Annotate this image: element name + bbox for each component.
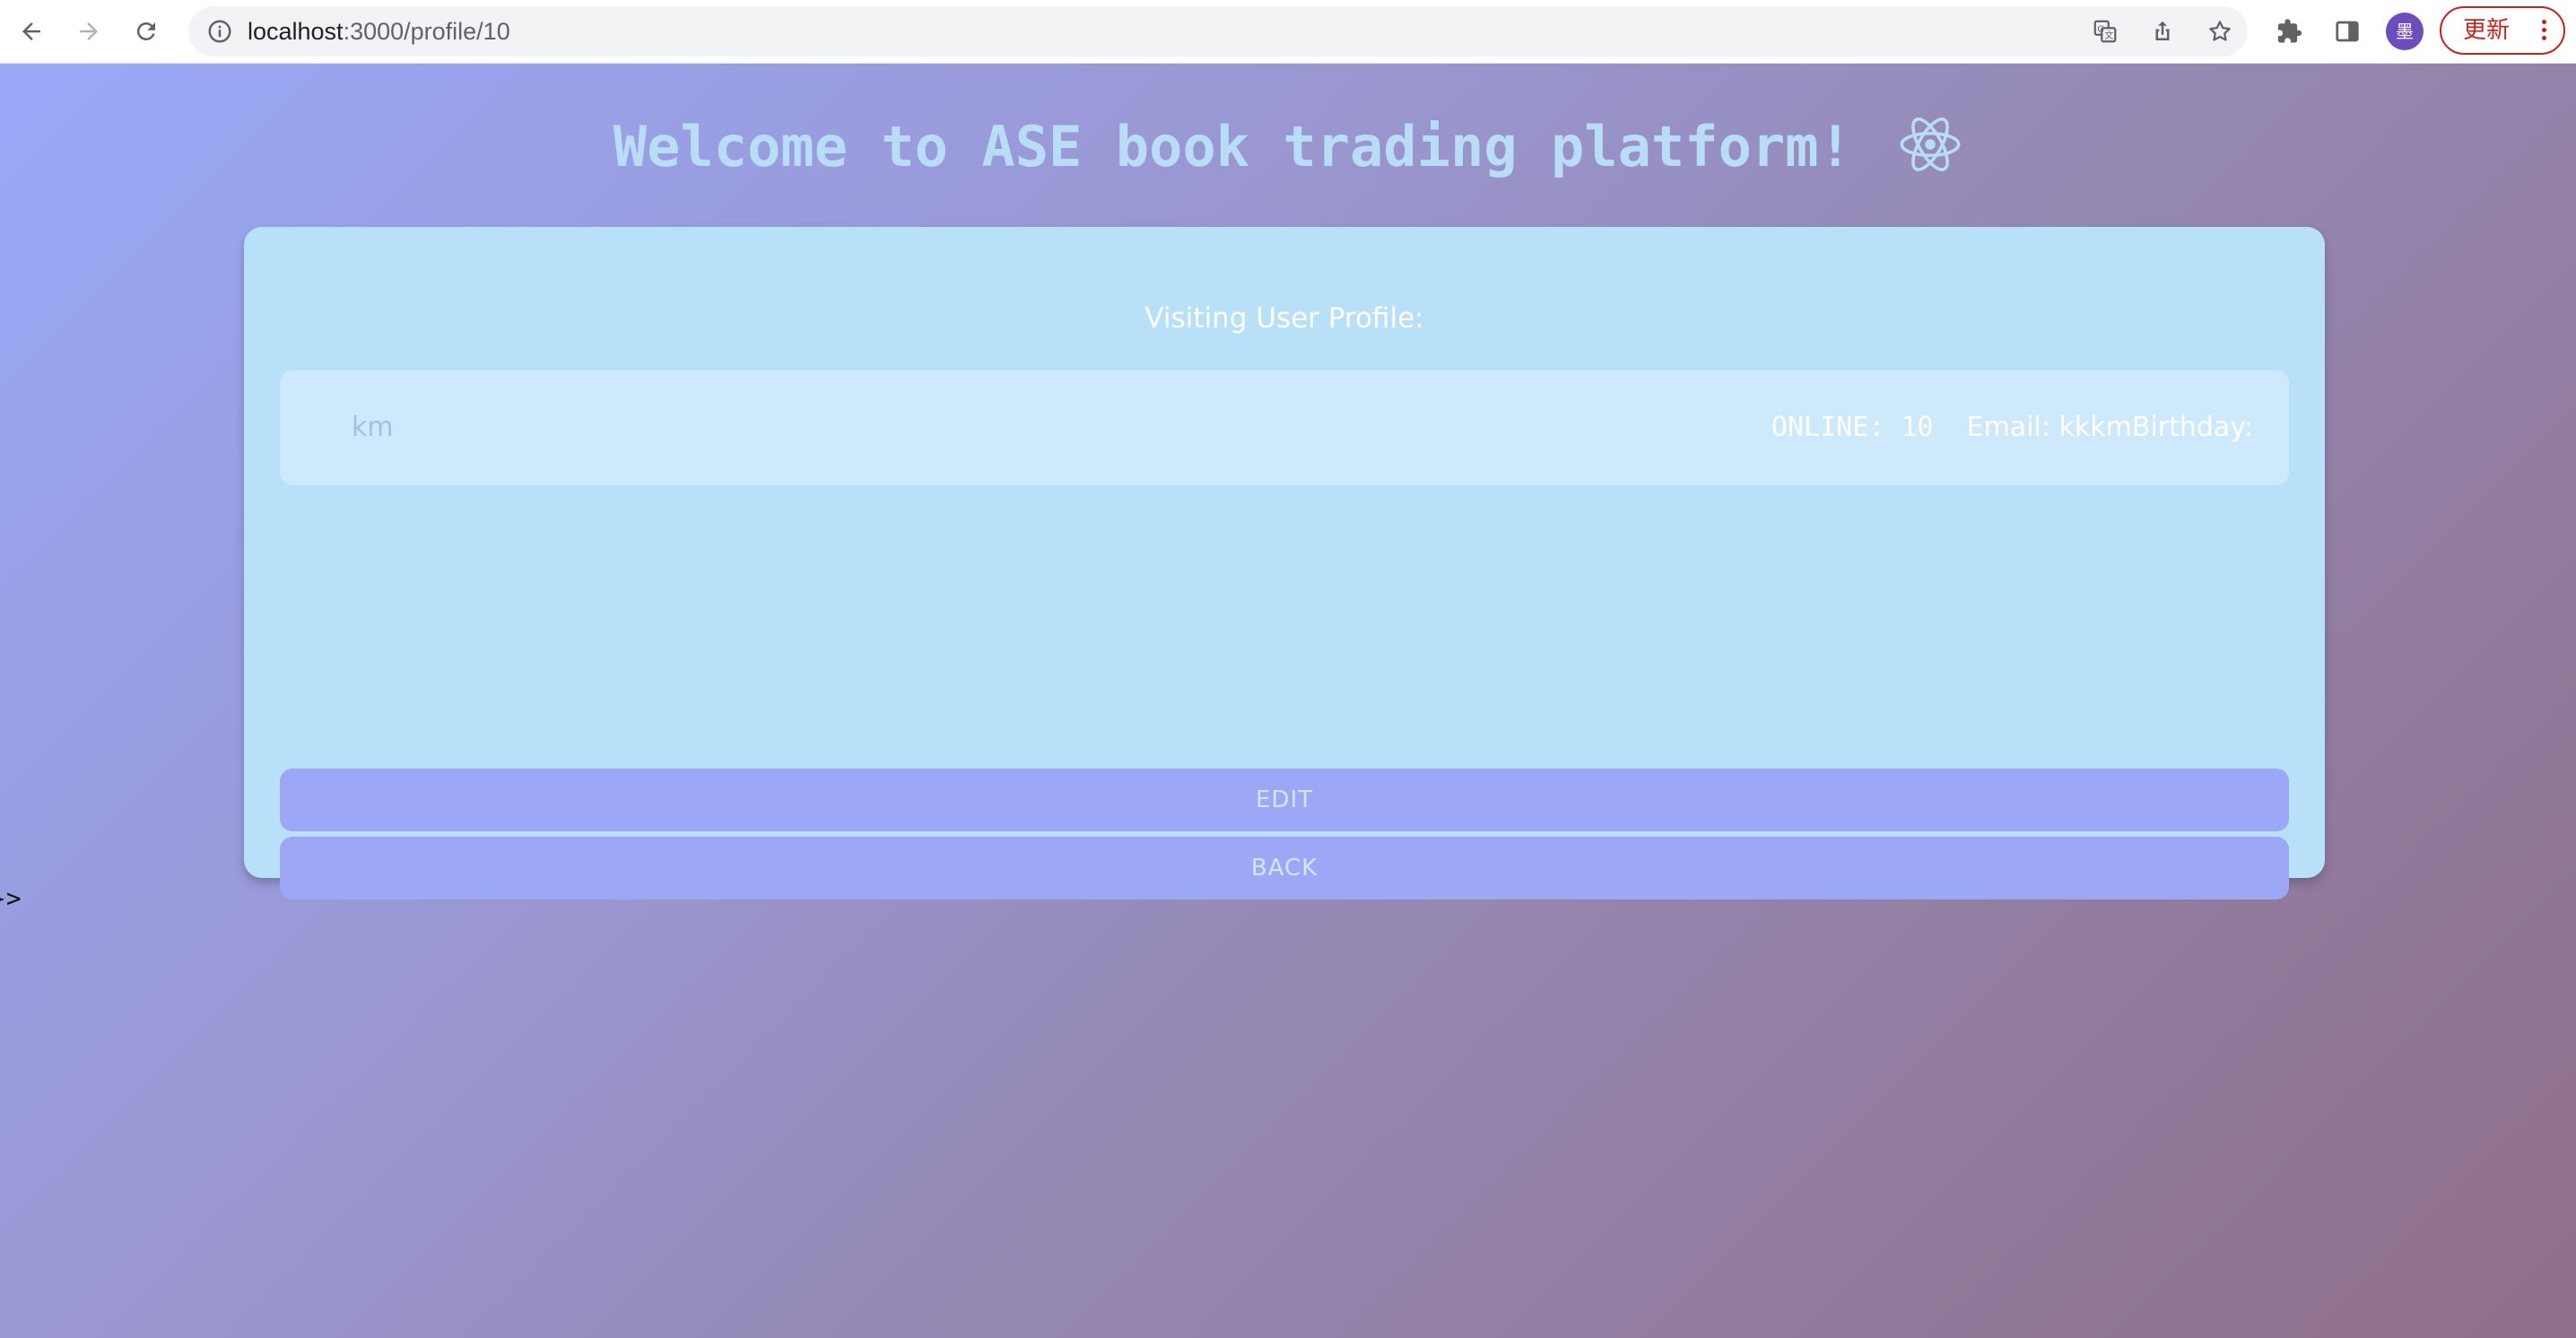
update-label: 更新 xyxy=(2463,17,2511,44)
profile-avatar[interactable]: 墨 xyxy=(2386,13,2424,50)
more-menu-icon[interactable] xyxy=(2542,20,2547,40)
url-text[interactable]: localhost:3000/profile/10 xyxy=(248,6,510,56)
address-bar[interactable]: localhost:3000/profile/10 G文 xyxy=(188,6,2248,56)
stray-text: }> xyxy=(0,883,22,913)
page-background: Welcome to ASE book trading platform! Vi… xyxy=(0,64,2576,1338)
edit-button[interactable]: EDIT xyxy=(280,769,2289,831)
share-icon[interactable] xyxy=(2149,18,2176,45)
email-value: kkkm xyxy=(2058,412,2132,443)
card-title: Visiting User Profile: xyxy=(1144,302,1424,334)
profile-card: Visiting User Profile: km ONLINE: 10 Ema… xyxy=(244,227,2325,899)
online-status: ONLINE: 10 xyxy=(1771,412,1934,443)
email-label: Email: xyxy=(1966,412,2050,443)
profile-details: ONLINE: 10 Email: kkkmBirthday: xyxy=(1771,370,2253,485)
back-button[interactable]: BACK xyxy=(280,837,2289,899)
browser-toolbar: localhost:3000/profile/10 G文 墨 更新 xyxy=(0,0,2576,64)
page-headline: Welcome to ASE book trading platform! xyxy=(0,112,2576,179)
profile-info-row: km ONLINE: 10 Email: kkkmBirthday: xyxy=(280,370,2289,485)
svg-text:文: 文 xyxy=(2104,30,2113,41)
bookmark-star-icon[interactable] xyxy=(2206,18,2233,45)
update-button[interactable]: 更新 xyxy=(2440,6,2565,55)
site-info-icon[interactable] xyxy=(206,18,233,45)
side-panel-icon[interactable] xyxy=(2332,16,2363,47)
url-host: localhost xyxy=(248,18,344,45)
forward-arrow-icon[interactable] xyxy=(68,11,109,52)
birthday-label: Birthday: xyxy=(2131,412,2253,443)
translate-icon[interactable]: G文 xyxy=(2092,18,2119,45)
headline-text: Welcome to ASE book trading platform! xyxy=(613,114,1852,179)
profile-username: km xyxy=(352,412,394,443)
extensions-puzzle-icon[interactable] xyxy=(2275,16,2305,47)
reload-icon[interactable] xyxy=(126,11,167,52)
svg-text:G: G xyxy=(2097,25,2104,35)
back-arrow-icon[interactable] xyxy=(11,11,52,52)
react-atom-icon xyxy=(1898,112,1962,177)
url-path: :3000/profile/10 xyxy=(343,18,510,45)
